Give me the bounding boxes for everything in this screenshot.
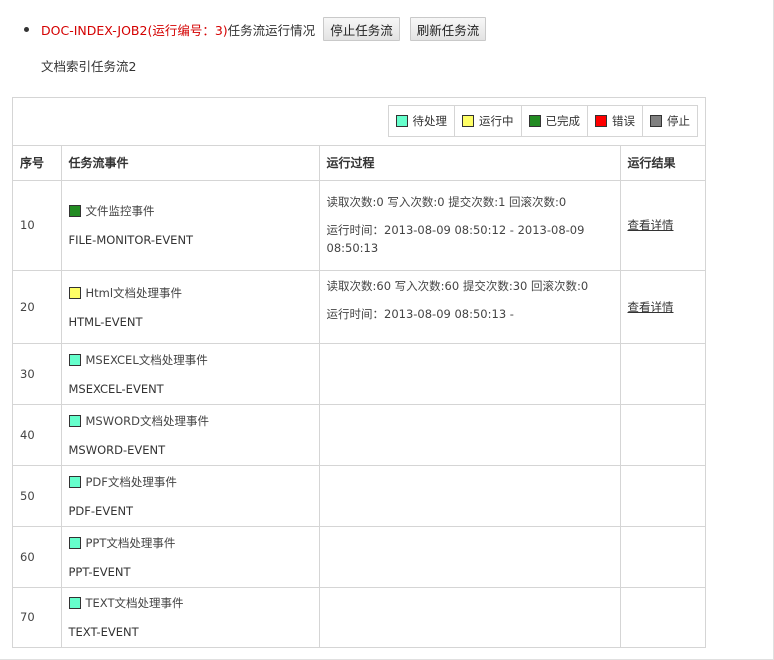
row-seq: 60 (13, 526, 62, 588)
stopped-swatch-icon (650, 115, 662, 127)
row-process (319, 465, 621, 527)
header-process: 运行过程 (319, 146, 621, 181)
legend-item-running: 运行中 (454, 106, 521, 136)
bullet-icon (24, 26, 29, 32)
pending-status-icon (68, 414, 81, 427)
legend-label: 已完成 (545, 114, 581, 128)
process-time: 运行时间：2013-08-09 08:50:13 - (326, 306, 514, 321)
event-name: PPT文档处理事件 (85, 535, 176, 550)
event-table: 序号 任务流事件 运行过程 运行结果 10 文件监控事件 FILE-MONITO… (13, 146, 705, 647)
table-row: 70 TEXT文档处理事件 TEXT-EVENT (13, 587, 705, 647)
process-time: 运行时间：2013-08-09 08:50:12 - 2013-08-09 (326, 223, 585, 237)
row-seq: 50 (13, 465, 62, 527)
table-row: 20 Html文档处理事件 HTML-EVENT 读取次数:60 写入次数:60… (13, 270, 705, 344)
header-result: 运行结果 (620, 146, 705, 181)
running-status-icon (68, 286, 81, 299)
row-result: 查看详情 (620, 270, 705, 344)
legend-label: 错误 (612, 114, 635, 128)
row-event: TEXT文档处理事件 TEXT-EVENT (61, 587, 320, 647)
legend-item-completed: 已完成 (520, 106, 588, 136)
table-header-row: 序号 任务流事件 运行过程 运行结果 (13, 146, 705, 181)
pending-status-icon (68, 536, 81, 549)
row-seq: 30 (13, 343, 62, 405)
row-seq: 10 (13, 180, 62, 271)
table-row: 40 MSWORD文档处理事件 MSWORD-EVENT (13, 404, 705, 466)
row-process: 读取次数:60 写入次数:60 提交次数:30 回滚次数:0 运行时间：2013… (319, 270, 621, 344)
row-seq: 20 (13, 270, 62, 344)
event-name: Html文档处理事件 (85, 285, 183, 300)
legend-item-stopped: 停止 (642, 106, 697, 136)
event-code: FILE-MONITOR-EVENT (68, 233, 194, 247)
error-swatch-icon (595, 115, 607, 127)
row-event: MSWORD文档处理事件 MSWORD-EVENT (61, 404, 320, 466)
row-event: PPT文档处理事件 PPT-EVENT (61, 526, 320, 588)
row-process (319, 343, 621, 405)
completed-swatch-icon (528, 115, 541, 127)
event-name: MSEXCEL文档处理事件 (85, 352, 208, 367)
row-result (620, 587, 705, 647)
job-status-label: 任务流运行情况 (227, 22, 316, 38)
row-event: 文件监控事件 FILE-MONITOR-EVENT (61, 180, 320, 271)
row-process (319, 526, 621, 588)
event-code: MSWORD-EVENT (68, 442, 166, 457)
process-time-cont: 08:50:13 (326, 241, 379, 255)
event-code: PDF-EVENT (68, 503, 134, 518)
event-name: TEXT文档处理事件 (85, 596, 184, 611)
legend-label: 停止 (667, 114, 690, 128)
job-header: DOC-INDEX-JOB2(运行编号：3) 任务流运行情况 停止任务流 刷新任… (24, 16, 496, 42)
refresh-workflow-button[interactable]: 刷新任务流 (409, 17, 487, 41)
process-counts: 读取次数:60 写入次数:60 提交次数:30 回滚次数:0 (326, 278, 589, 293)
event-name: MSWORD文档处理事件 (85, 413, 210, 428)
header-seq: 序号 (13, 146, 62, 181)
workflow-panel: 待处理 运行中 已完成 错误 停止 序号 任务流事件 运行过程 运行结果 10 … (12, 97, 706, 648)
row-result (620, 343, 705, 405)
legend-label: 待处理 (412, 114, 448, 128)
event-name: PDF文档处理事件 (85, 474, 177, 489)
view-details-link[interactable]: 查看详情 (628, 218, 674, 232)
process-counts: 读取次数:0 写入次数:0 提交次数:1 回滚次数:0 (326, 195, 567, 209)
row-result (620, 465, 705, 527)
pending-status-icon (68, 475, 81, 488)
event-code: PPT-EVENT (68, 564, 131, 579)
table-row: 30 MSEXCEL文档处理事件 MSEXCEL-EVENT (13, 343, 705, 405)
row-event: Html文档处理事件 HTML-EVENT (61, 270, 320, 344)
row-event: PDF文档处理事件 PDF-EVENT (61, 465, 320, 527)
table-row: 10 文件监控事件 FILE-MONITOR-EVENT 读取次数:0 写入次数… (13, 180, 705, 271)
legend-bar: 待处理 运行中 已完成 错误 停止 (13, 98, 705, 146)
job-name: DOC-INDEX-JOB2(运行编号：3) (41, 22, 228, 38)
status-legend: 待处理 运行中 已完成 错误 停止 (387, 105, 698, 137)
event-code: TEXT-EVENT (68, 625, 139, 640)
row-result: 查看详情 (620, 180, 705, 271)
row-process (319, 404, 621, 466)
row-result (620, 404, 705, 466)
pending-status-icon (68, 353, 81, 366)
event-code: HTML-EVENT (68, 314, 143, 329)
pending-status-icon (68, 597, 81, 610)
table-row: 60 PPT文档处理事件 PPT-EVENT (13, 526, 705, 588)
legend-label: 运行中 (479, 114, 514, 128)
row-event: MSEXCEL文档处理事件 MSEXCEL-EVENT (61, 343, 320, 405)
row-seq: 70 (13, 587, 62, 647)
row-process (319, 587, 621, 647)
event-code: MSEXCEL-EVENT (68, 381, 164, 396)
workflow-subtitle: 文档索引任务流2 (41, 59, 137, 74)
pending-swatch-icon (395, 115, 408, 127)
row-seq: 40 (13, 404, 62, 466)
header-event: 任务流事件 (61, 146, 320, 181)
stop-workflow-button[interactable]: 停止任务流 (323, 17, 400, 41)
running-swatch-icon (462, 115, 474, 127)
event-name: 文件监控事件 (85, 204, 155, 218)
legend-item-pending: 待处理 (389, 106, 455, 136)
table-row: 50 PDF文档处理事件 PDF-EVENT (13, 465, 705, 527)
legend-item-error: 错误 (587, 106, 642, 136)
completed-status-icon (68, 205, 81, 217)
row-process: 读取次数:0 写入次数:0 提交次数:1 回滚次数:0 运行时间：2013-08… (319, 180, 621, 271)
row-result (620, 526, 705, 588)
view-details-link[interactable]: 查看详情 (628, 300, 674, 314)
